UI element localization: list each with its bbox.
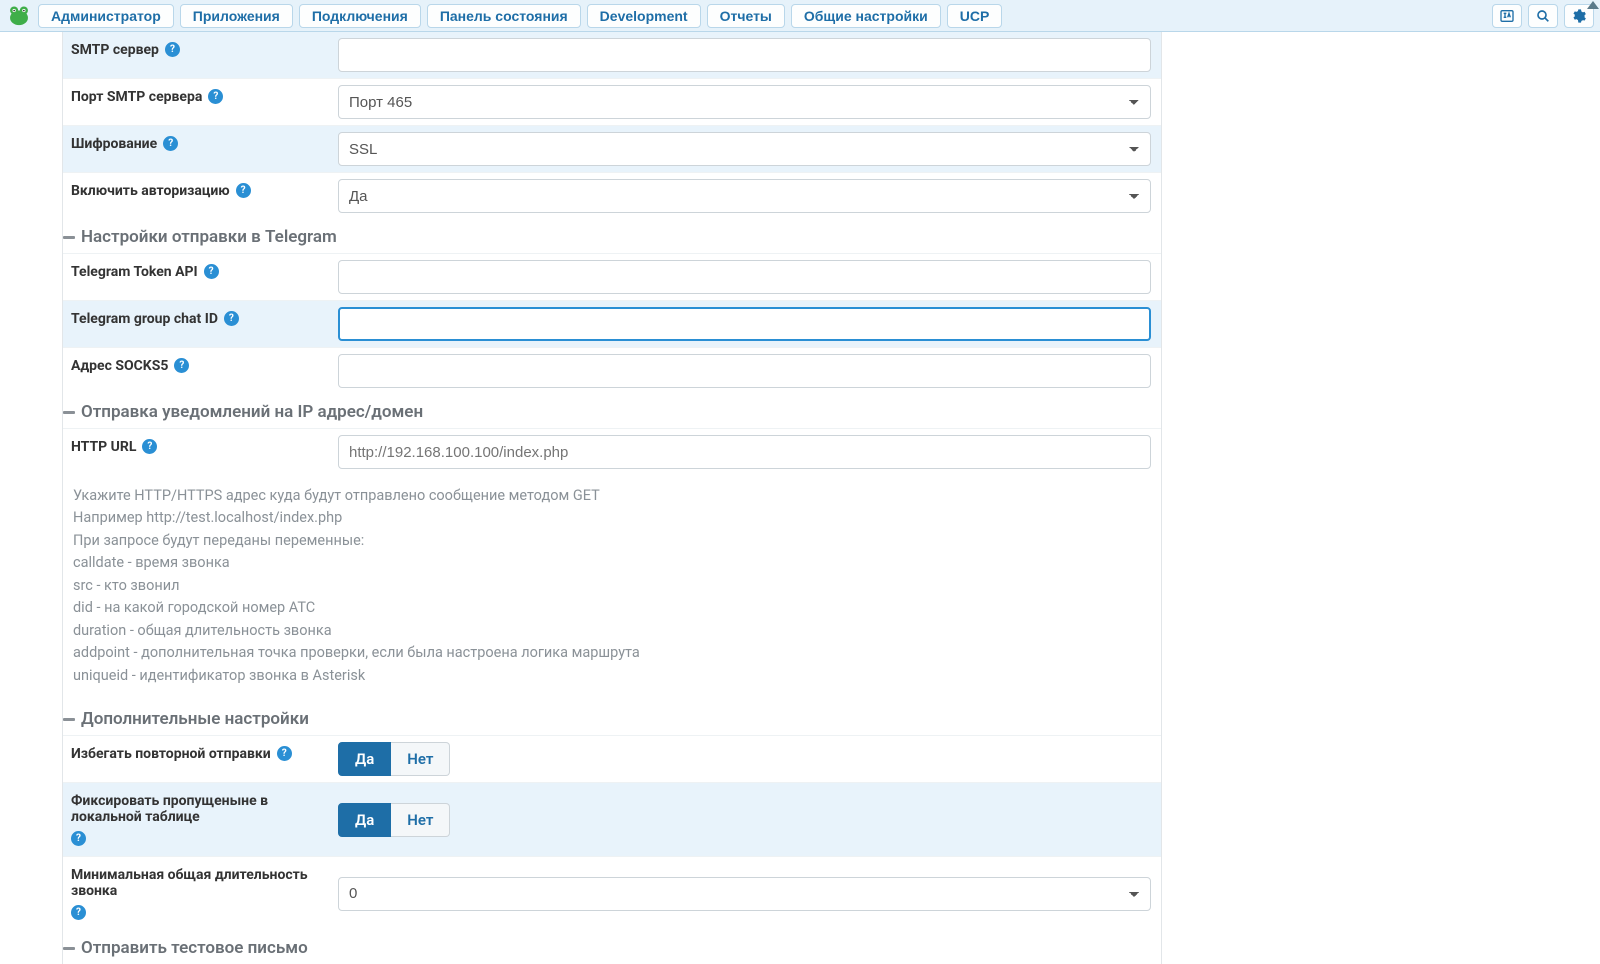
- help-icon[interactable]: ?: [208, 89, 223, 104]
- help-icon[interactable]: ?: [71, 905, 86, 920]
- avoid-resend-label: Избегать повторной отправки ?: [63, 736, 338, 782]
- record-missed-toggle: Да Нет: [338, 803, 450, 837]
- smtp-server-input[interactable]: [338, 38, 1151, 72]
- logo-icon: [6, 5, 32, 27]
- collapse-icon: [63, 236, 75, 239]
- smtp-port-select[interactable]: Порт 465: [338, 85, 1151, 119]
- enable-auth-label: Включить авторизацию ?: [63, 173, 338, 219]
- http-help-text: Укажите HTTP/HTTPS адрес куда будут отпр…: [63, 475, 1161, 701]
- telegram-chatid-label: Telegram group chat ID ?: [63, 301, 338, 347]
- nav-settings[interactable]: Общие настройки: [791, 4, 941, 28]
- help-icon[interactable]: ?: [174, 358, 189, 373]
- nav-apps[interactable]: Приложения: [180, 4, 293, 28]
- min-duration-select[interactable]: 0: [338, 877, 1151, 911]
- collapse-icon: [63, 718, 75, 721]
- help-icon[interactable]: ?: [163, 136, 178, 151]
- encryption-select[interactable]: SSL: [338, 132, 1151, 166]
- nav-connections[interactable]: Подключения: [299, 4, 421, 28]
- min-duration-label: Минимальная общая длительность звонка ?: [63, 857, 338, 930]
- smtp-server-label: SMTP сервер ?: [63, 32, 338, 78]
- collapse-icon: [63, 411, 75, 414]
- help-icon[interactable]: ?: [165, 42, 180, 57]
- smtp-port-label: Порт SMTP сервера ?: [63, 79, 338, 125]
- help-icon[interactable]: ?: [277, 746, 292, 761]
- avoid-resend-toggle: Да Нет: [338, 742, 450, 776]
- telegram-token-label: Telegram Token API ?: [63, 254, 338, 300]
- telegram-chatid-input[interactable]: [338, 307, 1151, 341]
- telegram-token-input[interactable]: [338, 260, 1151, 294]
- nav-ucp[interactable]: UCP: [947, 4, 1003, 28]
- section-extra[interactable]: Дополнительные настройки: [63, 701, 1161, 735]
- nav-development[interactable]: Development: [587, 4, 701, 28]
- nav-admin[interactable]: Администратор: [38, 4, 174, 28]
- settings-panel: SMTP сервер ? Порт SMTP сервера ? Порт 4…: [62, 32, 1162, 964]
- record-missed-label: Фиксировать пропущеныне в локальной табл…: [63, 783, 338, 856]
- section-ipdomain[interactable]: Отправка уведомлений на IP адрес/домен: [63, 394, 1161, 428]
- help-icon[interactable]: ?: [142, 439, 157, 454]
- search-icon[interactable]: [1528, 4, 1558, 28]
- socks5-input[interactable]: [338, 354, 1151, 388]
- collapse-icon: [63, 947, 75, 950]
- section-telegram[interactable]: Настройки отправки в Telegram: [63, 219, 1161, 253]
- scroll-up-indicator: [1587, 1, 1599, 9]
- section-testmail[interactable]: Отправить тестовое письмо: [63, 930, 1161, 964]
- encryption-label: Шифрование ?: [63, 126, 338, 172]
- help-icon[interactable]: ?: [71, 831, 86, 846]
- toggle-yes[interactable]: Да: [338, 742, 391, 776]
- nav-reports[interactable]: Отчеты: [707, 4, 785, 28]
- enable-auth-select[interactable]: Да: [338, 179, 1151, 213]
- help-icon[interactable]: ?: [204, 264, 219, 279]
- socks5-label: Адрес SOCKS5 ?: [63, 348, 338, 394]
- toggle-no[interactable]: Нет: [391, 803, 450, 837]
- language-icon[interactable]: [1492, 4, 1522, 28]
- http-url-label: HTTP URL ?: [63, 429, 338, 475]
- help-icon[interactable]: ?: [236, 183, 251, 198]
- nav-dashboard[interactable]: Панель состояния: [427, 4, 581, 28]
- toggle-yes[interactable]: Да: [338, 803, 391, 837]
- help-icon[interactable]: ?: [224, 311, 239, 326]
- top-nav: Администратор Приложения Подключения Пан…: [0, 0, 1600, 32]
- toggle-no[interactable]: Нет: [391, 742, 450, 776]
- http-url-input[interactable]: [338, 435, 1151, 469]
